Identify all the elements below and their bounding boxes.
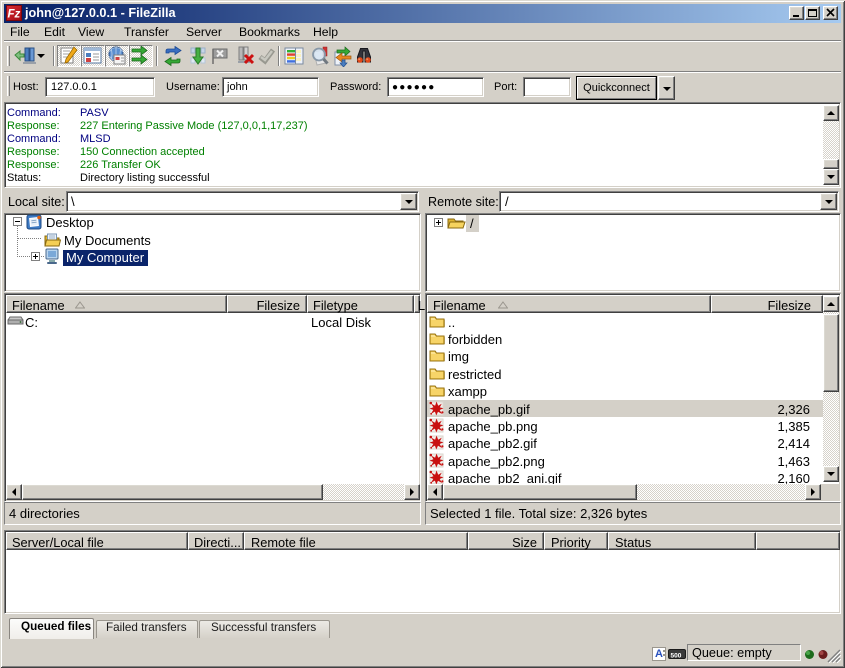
svg-text:500: 500 [671,653,682,660]
svg-text:Fz: Fz [8,9,21,21]
